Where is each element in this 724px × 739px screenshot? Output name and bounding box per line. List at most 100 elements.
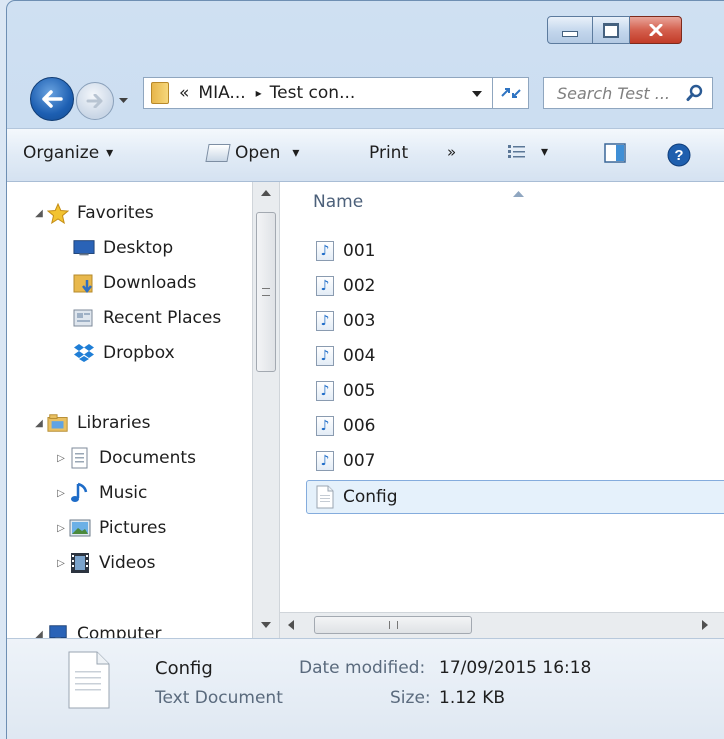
file-name: 007 bbox=[343, 451, 376, 471]
search-input[interactable]: Search Test ... bbox=[557, 84, 670, 103]
collapse-arrow-icon[interactable]: ◢ bbox=[33, 418, 45, 429]
details-size-label: Size: bbox=[390, 688, 431, 708]
tree-computer[interactable]: ◢ Computer bbox=[33, 624, 162, 638]
file-item-004[interactable]: ♪ 004 bbox=[315, 345, 375, 367]
tree-item-desktop[interactable]: Desktop bbox=[73, 238, 173, 258]
file-item-003[interactable]: ♪ 003 bbox=[315, 310, 375, 332]
sort-indicator-icon bbox=[513, 182, 524, 201]
chevron-down-icon: ▾ bbox=[292, 145, 300, 161]
chevron-down-icon bbox=[119, 98, 128, 103]
chevron-double-right-icon: » bbox=[447, 143, 457, 161]
search-icon[interactable] bbox=[686, 84, 704, 102]
file-name: 004 bbox=[343, 346, 376, 366]
expand-arrow-icon[interactable]: ▷ bbox=[55, 453, 67, 464]
file-item-config[interactable]: Config bbox=[315, 485, 398, 509]
details-date-modified-value: 17/09/2015 16:18 bbox=[439, 658, 592, 678]
tree-item-music-label: Music bbox=[99, 483, 148, 503]
maximize-button[interactable] bbox=[593, 16, 630, 44]
tree-libraries[interactable]: ◢ Libraries bbox=[33, 413, 150, 433]
file-item-002[interactable]: ♪ 002 bbox=[315, 275, 375, 297]
print-label: Print bbox=[369, 143, 409, 163]
tree-item-videos[interactable]: ▷ Videos bbox=[55, 553, 156, 573]
tree-item-dropbox[interactable]: Dropbox bbox=[73, 343, 175, 363]
file-item-001[interactable]: ♪ 001 bbox=[315, 240, 375, 262]
chevron-down-icon bbox=[472, 91, 482, 97]
search-box[interactable]: Search Test ... bbox=[543, 77, 713, 109]
back-button[interactable] bbox=[30, 77, 74, 121]
scroll-up-button[interactable] bbox=[253, 182, 279, 204]
tree-computer-label: Computer bbox=[77, 624, 162, 638]
horizontal-scroll-thumb[interactable] bbox=[314, 616, 472, 634]
music-file-icon: ♪ bbox=[315, 415, 335, 437]
help-button[interactable]: ? bbox=[667, 143, 691, 167]
scroll-down-button[interactable] bbox=[253, 614, 279, 636]
tree-favorites[interactable]: ◢ Favorites bbox=[33, 202, 154, 224]
address-dropdown[interactable] bbox=[472, 83, 482, 103]
tree-item-pictures[interactable]: ▷ Pictures bbox=[55, 518, 166, 538]
recent-places-icon bbox=[73, 308, 95, 328]
tree-item-documents[interactable]: ▷ Documents bbox=[55, 447, 196, 469]
desktop-icon bbox=[73, 238, 95, 258]
file-name: 006 bbox=[343, 416, 376, 436]
column-header-name[interactable]: Name bbox=[313, 192, 363, 212]
help-icon: ? bbox=[667, 143, 691, 167]
music-file-icon: ♪ bbox=[315, 275, 335, 297]
preview-pane-button[interactable] bbox=[604, 143, 626, 163]
tree-item-pictures-label: Pictures bbox=[99, 518, 167, 538]
chevron-down-icon: ▾ bbox=[541, 144, 549, 160]
minimize-icon bbox=[562, 31, 578, 37]
grip-icon bbox=[388, 621, 398, 629]
recent-pages-dropdown[interactable] bbox=[118, 95, 129, 108]
file-item-006[interactable]: ♪ 006 bbox=[315, 415, 375, 437]
details-date-modified-label: Date modified: bbox=[299, 658, 426, 678]
collapse-arrow-icon[interactable]: ◢ bbox=[33, 629, 45, 639]
refresh-button[interactable] bbox=[493, 77, 529, 109]
scroll-thumb[interactable] bbox=[256, 212, 276, 372]
star-icon bbox=[47, 202, 69, 224]
music-file-icon: ♪ bbox=[315, 380, 335, 402]
file-name: 001 bbox=[343, 241, 376, 261]
folder-icon bbox=[151, 82, 169, 104]
scroll-right-button[interactable] bbox=[694, 613, 716, 637]
more-commands-button[interactable]: » bbox=[447, 143, 456, 161]
arrow-up-icon bbox=[261, 190, 271, 196]
refresh-icon bbox=[500, 88, 521, 98]
tree-item-music[interactable]: ▷ Music bbox=[55, 482, 148, 503]
file-item-007[interactable]: ♪ 007 bbox=[315, 450, 375, 472]
command-bar: Organize ▾ Open ▾ Print » ▾ ? bbox=[7, 128, 724, 182]
tree-item-downloads[interactable]: Downloads bbox=[73, 273, 196, 294]
navigation-scrollbar[interactable] bbox=[252, 182, 280, 638]
chevron-down-icon: ▾ bbox=[106, 145, 114, 161]
file-list-horizontal-scrollbar[interactable] bbox=[280, 612, 724, 638]
scroll-left-button[interactable] bbox=[280, 613, 302, 637]
file-name: 003 bbox=[343, 311, 376, 331]
expand-arrow-icon[interactable]: ▷ bbox=[55, 523, 67, 534]
music-library-icon bbox=[69, 482, 91, 503]
address-bar[interactable]: « MIA... ▸ Test con... bbox=[143, 77, 493, 109]
change-view-button[interactable]: ▾ bbox=[507, 143, 548, 161]
address-separator[interactable]: ▸ bbox=[256, 86, 262, 100]
address-segment-mia[interactable]: MIA... bbox=[198, 83, 245, 103]
text-document-icon bbox=[315, 485, 335, 509]
forward-arrow-icon bbox=[86, 94, 103, 108]
expand-arrow-icon[interactable]: ▷ bbox=[55, 558, 67, 569]
minimize-button[interactable] bbox=[547, 16, 593, 44]
maximize-icon bbox=[603, 22, 619, 38]
close-button[interactable] bbox=[630, 16, 682, 44]
forward-button[interactable] bbox=[76, 82, 114, 120]
details-file-name: Config bbox=[155, 658, 213, 679]
address-segment-test-con[interactable]: Test con... bbox=[270, 83, 356, 103]
tree-item-recent-places[interactable]: Recent Places bbox=[73, 308, 221, 328]
arrow-left-icon bbox=[288, 620, 294, 630]
tree-item-recent-places-label: Recent Places bbox=[103, 308, 222, 328]
navigation-pane: ◢ Favorites Desktop Downloads Recent Pla… bbox=[7, 182, 252, 638]
address-overflow[interactable]: « bbox=[179, 83, 189, 103]
organize-button[interactable]: Organize ▾ bbox=[23, 143, 113, 163]
collapse-arrow-icon[interactable]: ◢ bbox=[33, 208, 45, 219]
file-name: 002 bbox=[343, 276, 376, 296]
print-button[interactable]: Print bbox=[369, 143, 408, 163]
expand-arrow-icon[interactable]: ▷ bbox=[55, 488, 67, 499]
file-item-005[interactable]: ♪ 005 bbox=[315, 380, 375, 402]
details-size-value: 1.12 KB bbox=[439, 688, 506, 708]
open-button[interactable]: Open ▾ bbox=[205, 143, 300, 163]
